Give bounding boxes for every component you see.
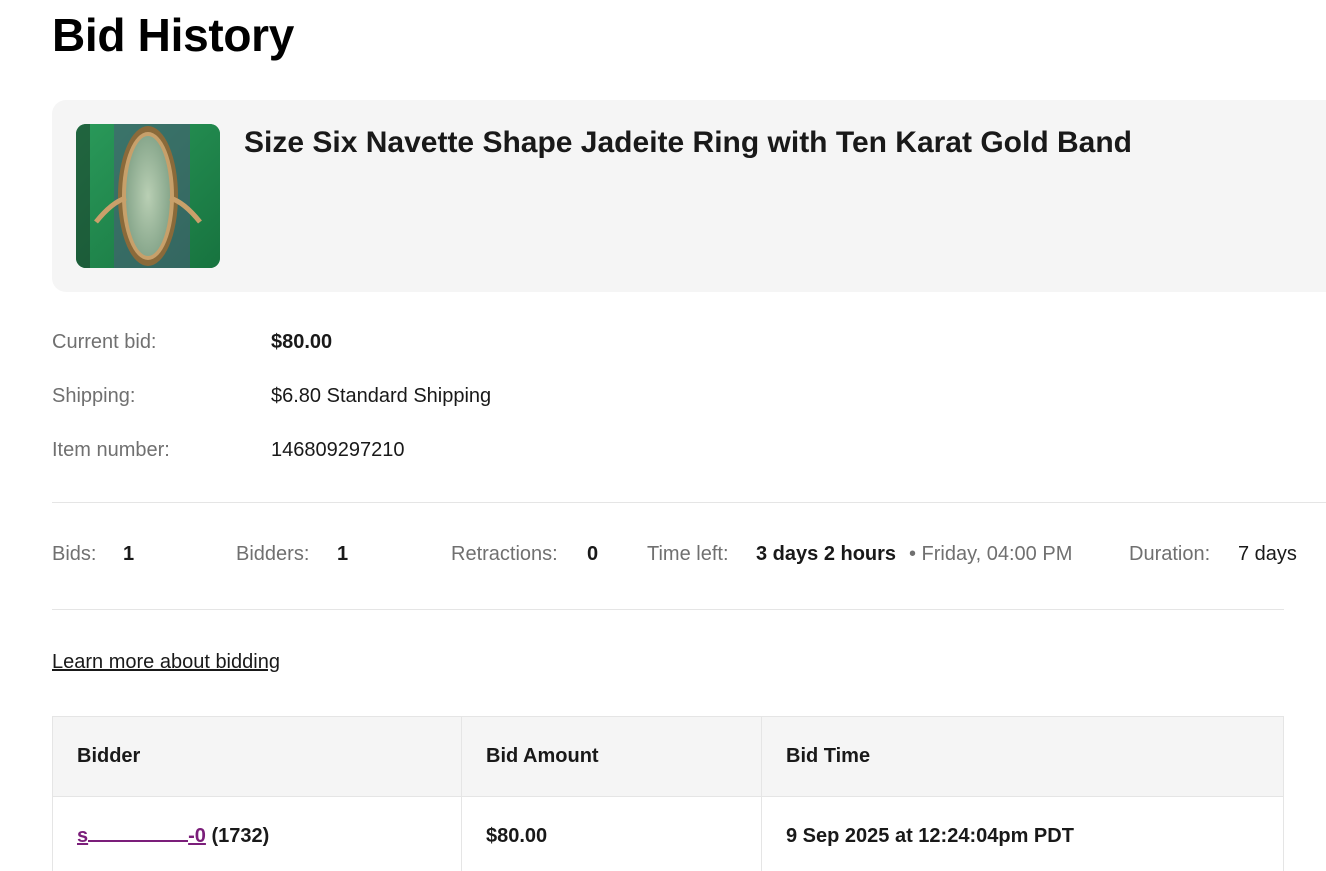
learn-more-bidding-link[interactable]: Learn more about bidding (52, 651, 280, 674)
bid-amount-cell: $80.00 (461, 796, 762, 871)
shipping-value: $6.80 Standard Shipping (271, 385, 492, 407)
column-header-bid-time: Bid Time (761, 716, 1284, 797)
bidder-feedback-score: (1732) (211, 825, 270, 847)
item-card: Size Six Navette Shape Jadeite Ring with… (52, 100, 1326, 292)
bidder-cell: s -0 (1732) (52, 796, 462, 871)
bidder-link[interactable]: s -0 (77, 825, 206, 847)
bidders-label: Bidders: (236, 543, 310, 565)
divider (52, 609, 1284, 610)
bidder-name-end: -0 (188, 825, 206, 847)
retractions-label: Retractions: (451, 543, 558, 565)
item-title[interactable]: Size Six Navette Shape Jadeite Ring with… (244, 126, 1132, 160)
table-row: s -0 (1732) $80.00 9 Sep 2025 at 12:24:04… (52, 796, 1284, 871)
item-thumbnail[interactable] (76, 124, 220, 268)
page-title: Bid History (52, 9, 295, 61)
bids-label: Bids: (52, 543, 97, 565)
bidders-value: 1 (337, 543, 349, 565)
column-header-bidder: Bidder (52, 716, 462, 797)
column-header-bid-amount: Bid Amount (461, 716, 762, 797)
current-bid-value: $80.00 (271, 331, 333, 353)
bidder-name-redacted (88, 832, 189, 842)
bid-stats-bar: Bids: 1 Bidders: 1 Retractions: 0 Time l… (0, 543, 1326, 569)
retractions-value: 0 (587, 543, 599, 565)
divider (52, 502, 1326, 503)
time-left-label: Time left: (647, 543, 729, 565)
bid-time-cell: 9 Sep 2025 at 12:24:04pm PDT (761, 796, 1284, 871)
bid-history-table: Bidder Bid Amount Bid Time s -0 (1732) $8… (52, 716, 1284, 871)
time-left-value: 3 days 2 hours (756, 543, 897, 565)
duration-label: Duration: (1129, 543, 1211, 565)
duration-value: 7 days (1238, 543, 1297, 565)
bidder-name-start: s (77, 825, 89, 847)
current-bid-label: Current bid: (52, 331, 157, 353)
bids-value: 1 (123, 543, 135, 565)
item-number-value: 146809297210 (271, 439, 405, 461)
item-number-label: Item number: (52, 439, 170, 461)
time-left-end-date: • Friday, 04:00 PM (909, 543, 1073, 565)
shipping-label: Shipping: (52, 385, 136, 407)
table-header-row: Bidder Bid Amount Bid Time (52, 716, 1284, 797)
ring-photo-image (76, 124, 220, 268)
